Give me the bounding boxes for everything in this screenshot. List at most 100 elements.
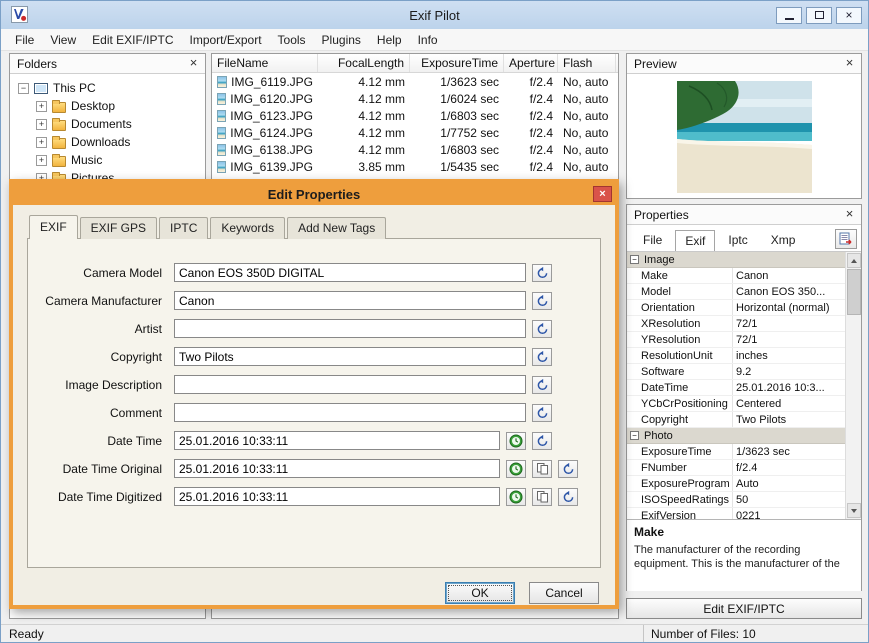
column-header-flash[interactable]: Flash xyxy=(558,54,616,72)
property-description-title: Make xyxy=(634,525,665,539)
tree-item-this-pc[interactable]: − This PC xyxy=(12,79,203,97)
menu-item-plugins[interactable]: Plugins xyxy=(314,30,369,50)
properties-tab-xmp[interactable]: Xmp xyxy=(761,229,806,251)
dialog-tab-add-new-tags[interactable]: Add New Tags xyxy=(287,217,387,239)
menu-item-tools[interactable]: Tools xyxy=(270,30,314,50)
undo-button[interactable] xyxy=(532,375,552,394)
properties-scrollbar[interactable] xyxy=(845,252,861,519)
properties-tab-exif[interactable]: Exif xyxy=(675,230,716,252)
property-row[interactable]: Copyright Two Pilots xyxy=(627,412,845,428)
dialog-tab-exif[interactable]: EXIF xyxy=(29,215,78,239)
date-time-original-input[interactable] xyxy=(174,459,500,478)
undo-button[interactable] xyxy=(532,319,552,338)
property-row[interactable]: YResolution 72/1 xyxy=(627,332,845,348)
expand-icon[interactable]: + xyxy=(36,136,47,148)
cancel-button[interactable]: Cancel xyxy=(529,582,599,604)
collapse-icon[interactable]: − xyxy=(18,82,29,94)
image-description-input[interactable] xyxy=(174,375,526,394)
property-row[interactable]: DateTime 25.01.2016 10:3... xyxy=(627,380,845,396)
scroll-up-button[interactable] xyxy=(846,253,861,268)
menu-item-import-export[interactable]: Import/Export xyxy=(182,30,270,50)
property-row[interactable]: ExifVersion 0221 xyxy=(627,508,845,519)
dialog-title: Edit Properties xyxy=(267,186,361,202)
undo-button[interactable] xyxy=(558,459,578,478)
computer-icon xyxy=(34,82,48,94)
comment-input[interactable] xyxy=(174,403,526,422)
property-row[interactable]: ExposureTime 1/3623 sec xyxy=(627,444,845,460)
tree-item-desktop[interactable]: + Desktop xyxy=(12,97,203,115)
clock-button[interactable] xyxy=(506,459,526,478)
menu-item-edit-exif-iptc[interactable]: Edit EXIF/IPTC xyxy=(84,30,181,50)
column-header-filename[interactable]: FileName xyxy=(212,54,318,72)
property-row[interactable]: Make Canon xyxy=(627,268,845,284)
clock-button[interactable] xyxy=(506,431,526,450)
property-row[interactable]: ISOSpeedRatings 50 xyxy=(627,492,845,508)
copy-button[interactable] xyxy=(532,487,552,506)
scrollbar-thumb[interactable] xyxy=(846,269,861,315)
properties-tab-file[interactable]: File xyxy=(633,229,672,251)
collapse-icon[interactable]: − xyxy=(630,431,639,440)
expand-icon[interactable]: + xyxy=(36,100,47,112)
export-button[interactable] xyxy=(835,229,857,249)
undo-button[interactable] xyxy=(532,431,552,450)
minimize-button[interactable] xyxy=(776,6,802,24)
camera-manufacturer-input[interactable] xyxy=(174,291,526,310)
file-row[interactable]: IMG_6120.JPG 4.12 mm 1/6024 sec f/2.4 No, au… xyxy=(212,90,618,107)
menu-item-info[interactable]: Info xyxy=(410,30,446,50)
file-row[interactable]: IMG_6138.JPG 4.12 mm 1/6803 sec f/2.4 No, au… xyxy=(212,141,618,158)
tree-item-music[interactable]: + Music xyxy=(12,151,203,169)
undo-button[interactable] xyxy=(532,291,552,310)
property-row[interactable]: ExposureProgram Auto xyxy=(627,476,845,492)
scroll-down-button[interactable] xyxy=(846,503,861,518)
property-row[interactable]: Model Canon EOS 350... xyxy=(627,284,845,300)
dialog-tab-exif-gps[interactable]: EXIF GPS xyxy=(79,217,158,239)
undo-button[interactable] xyxy=(532,403,552,422)
date-time-digitized-input[interactable] xyxy=(174,487,500,506)
properties-tab-iptc[interactable]: Iptc xyxy=(718,229,757,251)
edit-exif-iptc-button[interactable]: Edit EXIF/IPTC xyxy=(626,598,862,619)
menu-item-help[interactable]: Help xyxy=(369,30,410,50)
collapse-icon[interactable]: − xyxy=(630,255,639,264)
clock-button[interactable] xyxy=(506,487,526,506)
date-time-input[interactable] xyxy=(174,431,500,450)
copy-button[interactable] xyxy=(532,459,552,478)
property-row[interactable]: YCbCrPositioning Centered xyxy=(627,396,845,412)
file-row[interactable]: IMG_6139.JPG 3.85 mm 1/5435 sec f/2.4 No, au… xyxy=(212,158,618,175)
expand-icon[interactable]: + xyxy=(36,154,47,166)
column-header-aperture[interactable]: Aperture xyxy=(504,54,558,72)
menu-item-file[interactable]: File xyxy=(7,30,42,50)
properties-close-icon[interactable]: × xyxy=(841,206,858,223)
folders-close-icon[interactable]: × xyxy=(185,55,202,72)
property-row[interactable]: Software 9.2 xyxy=(627,364,845,380)
ok-button[interactable]: OK xyxy=(445,582,515,604)
file-row[interactable]: IMG_6124.JPG 4.12 mm 1/7752 sec f/2.4 No, au… xyxy=(212,124,618,141)
copyright-input[interactable] xyxy=(174,347,526,366)
camera-model-input[interactable] xyxy=(174,263,526,282)
tree-item-downloads[interactable]: + Downloads xyxy=(12,133,203,151)
undo-button[interactable] xyxy=(558,487,578,506)
property-row[interactable]: Orientation Horizontal (normal) xyxy=(627,300,845,316)
maximize-button[interactable] xyxy=(806,6,832,24)
property-row[interactable]: FNumber f/2.4 xyxy=(627,460,845,476)
file-cell-flash: No, auto xyxy=(563,108,609,123)
property-row[interactable]: XResolution 72/1 xyxy=(627,316,845,332)
file-cell-focallength: 4.12 mm xyxy=(358,108,405,123)
property-row[interactable]: ResolutionUnit inches xyxy=(627,348,845,364)
undo-button[interactable] xyxy=(532,263,552,282)
preview-close-icon[interactable]: × xyxy=(841,55,858,72)
file-row[interactable]: IMG_6119.JPG 4.12 mm 1/3623 sec f/2.4 No, au… xyxy=(212,73,618,90)
dialog-close-button[interactable]: × xyxy=(593,186,612,202)
dialog-tab-iptc[interactable]: IPTC xyxy=(159,217,209,239)
property-group-photo[interactable]: − Photo xyxy=(627,428,845,444)
tree-item-documents[interactable]: + Documents xyxy=(12,115,203,133)
undo-button[interactable] xyxy=(532,347,552,366)
dialog-tab-keywords[interactable]: Keywords xyxy=(210,217,286,239)
file-row[interactable]: IMG_6123.JPG 4.12 mm 1/6803 sec f/2.4 No, au… xyxy=(212,107,618,124)
close-window-button[interactable]: × xyxy=(836,6,862,24)
artist-input[interactable] xyxy=(174,319,526,338)
property-group-image[interactable]: − Image xyxy=(627,252,845,268)
column-header-exposuretime[interactable]: ExposureTime xyxy=(410,54,504,72)
expand-icon[interactable]: + xyxy=(36,118,47,130)
menu-item-view[interactable]: View xyxy=(42,30,84,50)
column-header-focallength[interactable]: FocalLength xyxy=(318,54,410,72)
